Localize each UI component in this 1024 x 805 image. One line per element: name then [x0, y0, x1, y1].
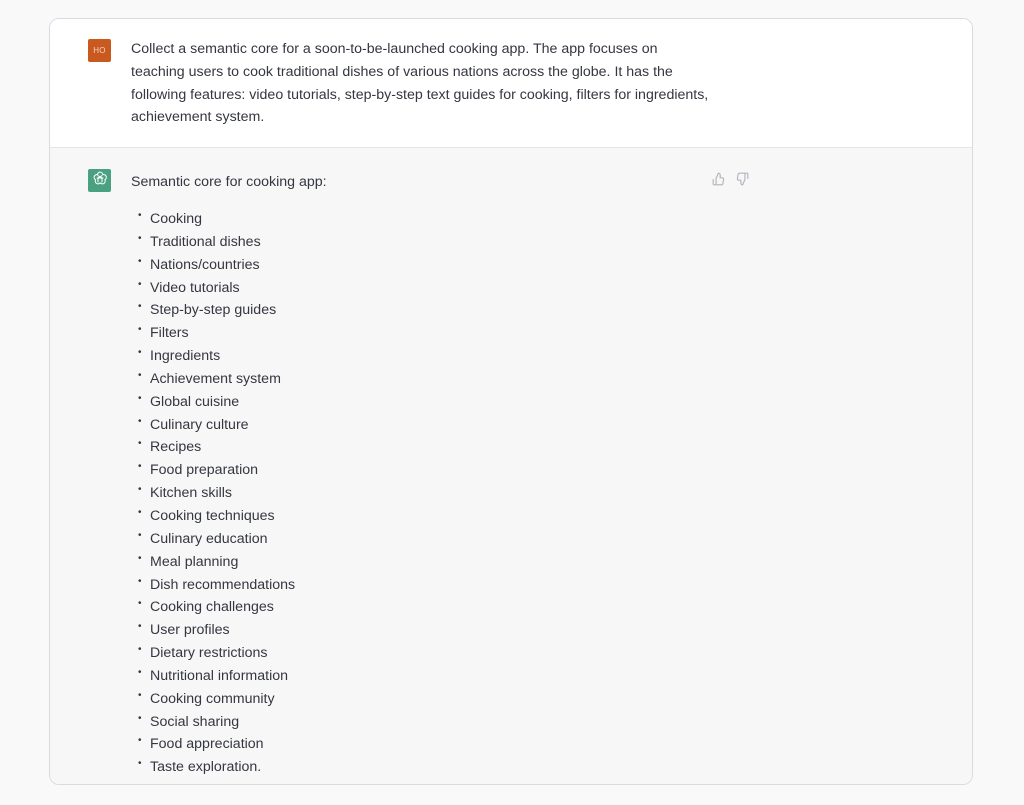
assistant-avatar	[88, 169, 111, 192]
bullet-icon: •	[138, 644, 142, 656]
keyword-text: Food preparation	[150, 462, 259, 479]
user-message-text: Collect a semantic core for a soon-to-be…	[131, 41, 709, 126]
bullet-icon: •	[138, 324, 142, 336]
bullet-icon: •	[138, 506, 142, 518]
bullet-icon: •	[138, 552, 142, 564]
keyword-list-item: • Meal planning	[136, 551, 295, 574]
bullet-icon: •	[138, 529, 142, 541]
keyword-text: Culinary education	[150, 530, 268, 547]
keyword-text: Cooking challenges	[150, 599, 274, 616]
keyword-list-item: • Global cuisine	[136, 391, 295, 414]
keyword-text: Cooking community	[150, 690, 275, 707]
bullet-icon: •	[138, 278, 142, 290]
keyword-list: • Cooking • Traditional dishes • Nations/coun…	[136, 208, 295, 779]
bullet-icon: •	[138, 255, 142, 267]
bullet-icon: •	[138, 232, 142, 244]
keyword-text: Traditional dishes	[150, 233, 261, 250]
keyword-text: Achievement system	[150, 370, 281, 387]
keyword-list-item: • Video tutorials	[136, 277, 295, 300]
feedback-buttons	[712, 172, 749, 186]
bullet-icon: •	[138, 484, 142, 496]
bullet-icon: •	[138, 735, 142, 747]
keyword-text: Dish recommendations	[150, 576, 296, 593]
bullet-icon: •	[138, 575, 142, 587]
keyword-list-item: • Cooking challenges	[136, 596, 295, 619]
chat-conversation: HO Collect a semantic core for a soon-to…	[49, 18, 973, 785]
keyword-list-item: • Nutritional information	[136, 665, 295, 688]
keyword-list-item: • Dish recommendations	[136, 574, 295, 597]
bullet-icon: •	[138, 689, 142, 701]
user-avatar: HO	[88, 39, 111, 62]
bullet-icon: •	[138, 621, 142, 633]
keyword-text: Global cuisine	[150, 393, 240, 410]
keyword-list-item: • Ingredients	[136, 345, 295, 368]
keyword-text: Nutritional information	[150, 667, 288, 684]
keyword-list-item: • Culinary culture	[136, 414, 295, 437]
keyword-text: Culinary culture	[150, 416, 249, 433]
keyword-list-item: • Filters	[136, 322, 295, 345]
user-avatar-initials: HO	[93, 46, 106, 55]
openai-logo-icon	[92, 170, 108, 191]
bullet-icon: •	[138, 666, 142, 678]
bullet-icon: •	[138, 392, 142, 404]
bullet-icon: •	[138, 415, 142, 427]
keyword-list-item: • User profiles	[136, 619, 295, 642]
keyword-list-item: • Food appreciation	[136, 733, 295, 756]
keyword-list-item: • Kitchen skills	[136, 482, 295, 505]
keyword-list-item: • Step-by-step guides	[136, 299, 295, 322]
keyword-text: Social sharing	[150, 713, 240, 730]
keyword-list-item: • Taste exploration.	[136, 756, 295, 779]
keyword-list-item: • Recipes	[136, 436, 295, 459]
keyword-list-item: • Food preparation	[136, 459, 295, 482]
keyword-text: Cooking techniques	[150, 507, 275, 524]
user-message: HO Collect a semantic core for a soon-to…	[50, 19, 972, 148]
keyword-list-item: • Cooking	[136, 208, 295, 231]
bullet-icon: •	[138, 347, 142, 359]
keyword-list-item: • Social sharing	[136, 711, 295, 734]
keyword-list-item: • Nations/countries	[136, 254, 295, 277]
keyword-text: Cooking	[150, 211, 203, 227]
thumbs-down-icon[interactable]	[735, 172, 749, 186]
keyword-text: Video tutorials	[150, 279, 240, 296]
keyword-text: Food appreciation	[150, 736, 264, 753]
keyword-list-item: • Traditional dishes	[136, 231, 295, 254]
bullet-icon: •	[138, 210, 142, 221]
keyword-text: Step-by-step guides	[150, 302, 277, 319]
keyword-text: Dietary restrictions	[150, 645, 268, 662]
keyword-text: Ingredients	[150, 348, 221, 365]
keyword-text: Filters	[150, 325, 189, 342]
keyword-list-item: • Cooking techniques	[136, 505, 295, 528]
bullet-icon: •	[138, 461, 142, 473]
thumbs-up-icon[interactable]	[712, 172, 726, 186]
bullet-icon: •	[138, 369, 142, 381]
assistant-message: Semantic core for cooking app: • Cooking •…	[50, 148, 972, 784]
bullet-icon: •	[138, 712, 142, 724]
keyword-list-item: • Dietary restrictions	[136, 642, 295, 665]
keyword-list-item: • Achievement system	[136, 368, 295, 391]
keyword-text: Kitchen skills	[150, 485, 233, 502]
keyword-text: Meal planning	[150, 553, 239, 570]
assistant-intro-text: Semantic core for cooking app:	[131, 174, 327, 190]
keyword-text: Recipes	[150, 439, 202, 456]
keyword-text: Nations/countries	[150, 256, 260, 273]
keyword-list-item: • Culinary education	[136, 528, 295, 551]
bullet-icon: •	[138, 598, 142, 610]
bullet-icon: •	[138, 438, 142, 450]
keyword-text: Taste exploration.	[150, 759, 262, 776]
bullet-icon: •	[138, 758, 142, 770]
bullet-icon: •	[138, 301, 142, 313]
keyword-list-item: • Cooking community	[136, 688, 295, 711]
keyword-text: User profiles	[150, 622, 230, 639]
